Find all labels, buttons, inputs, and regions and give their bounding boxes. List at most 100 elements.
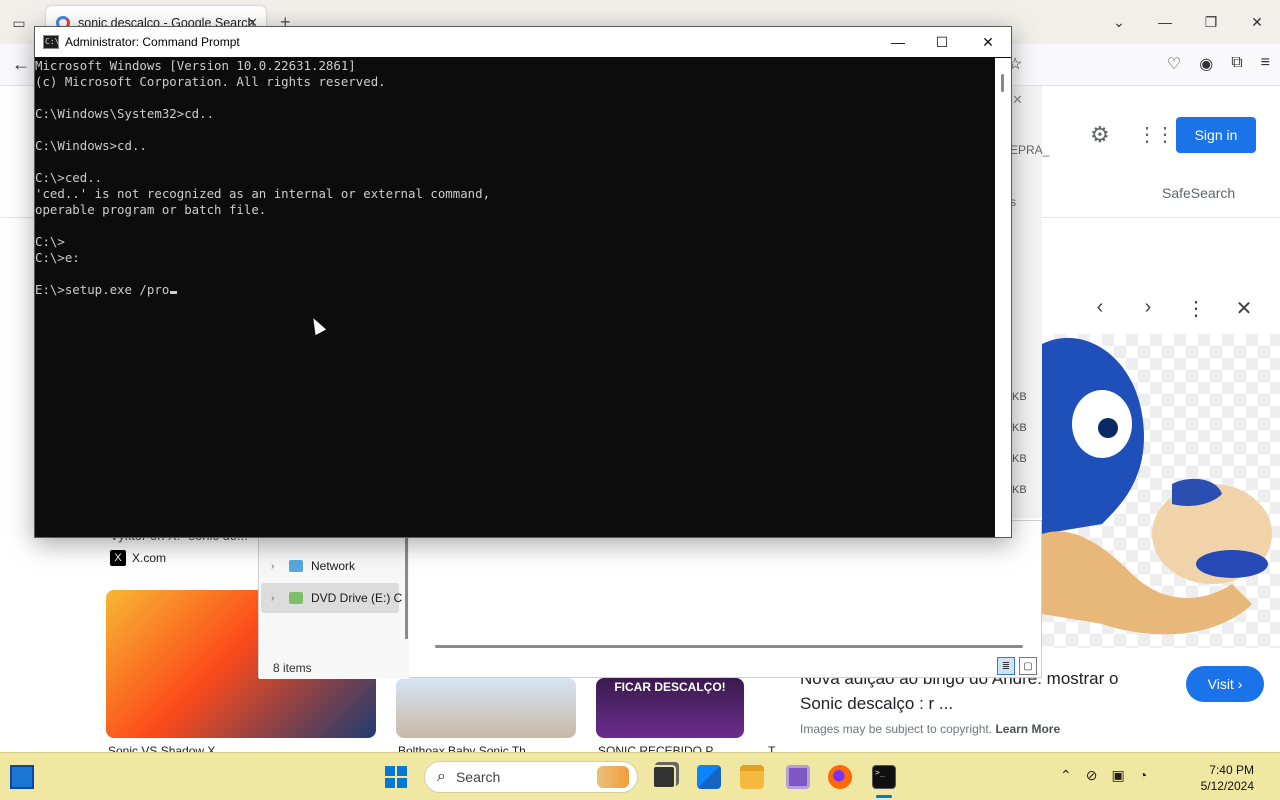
sonic-character-image bbox=[1042, 337, 1272, 635]
cmd-close-button[interactable]: ✕ bbox=[965, 27, 1011, 57]
image-panel-nav: ‹ › ⋮ ✕ bbox=[1090, 296, 1254, 321]
status-bar-text: 8 items bbox=[273, 661, 312, 675]
clock[interactable]: 7:40 PM 5/12/2024 bbox=[1170, 762, 1254, 794]
windows-logo-tile bbox=[397, 778, 407, 788]
volume-icon[interactable]: ◔ bbox=[1139, 767, 1147, 784]
search-placeholder: Search bbox=[455, 769, 501, 785]
file-size-label: KB bbox=[1012, 484, 1027, 496]
file-explorer-window: › Network › DVD Drive (E:) C 8 items ≣ ▢ bbox=[258, 520, 1042, 679]
explorer-nav-pane: › Network › DVD Drive (E:) C 8 items bbox=[259, 521, 409, 679]
browser-window-controls: ⌄ — ❐ ✕ bbox=[1096, 0, 1280, 44]
horizontal-scrollbar[interactable] bbox=[435, 645, 1023, 648]
visit-button[interactable]: Visit › bbox=[1186, 666, 1264, 702]
console-line: (c) Microsoft Corporation. All rights re… bbox=[35, 74, 386, 89]
windows-logo-tile bbox=[385, 778, 395, 788]
close-panel-icon[interactable]: ✕ bbox=[1234, 296, 1254, 321]
display-icon[interactable]: ▣ bbox=[1111, 767, 1124, 784]
cmd-scrollbar-thumb[interactable] bbox=[1001, 74, 1004, 92]
firefox-icon[interactable] bbox=[828, 765, 852, 789]
cmd-title-bar[interactable]: C:\ Administrator: Command Prompt — ☐ ✕ bbox=[35, 27, 1011, 57]
previous-image-icon[interactable]: ‹ bbox=[1090, 296, 1110, 321]
windows-logo-tile bbox=[385, 766, 395, 776]
console-line: Microsoft Windows [Version 10.0.22631.28… bbox=[35, 58, 356, 73]
microsoft-store-icon[interactable] bbox=[697, 765, 721, 789]
next-image-icon[interactable]: › bbox=[1138, 296, 1158, 321]
file-size-label: KB bbox=[1012, 391, 1027, 403]
cmd-scrollbar[interactable] bbox=[995, 58, 1011, 537]
nav-item-network[interactable]: › Network bbox=[271, 559, 355, 573]
expand-chevron-icon[interactable]: › bbox=[271, 593, 281, 604]
extensions-icon[interactable]: ⧉ bbox=[1231, 54, 1242, 74]
result-thumbnail[interactable]: FICAR DESCALÇO! bbox=[596, 678, 744, 738]
network-offline-icon[interactable]: ⊘ bbox=[1086, 767, 1098, 784]
menu-icon[interactable]: ≡ bbox=[1261, 54, 1270, 74]
console-line: operable program or batch file. bbox=[35, 202, 267, 217]
details-view-icon[interactable]: ≣ bbox=[997, 657, 1015, 675]
safesearch-link[interactable]: SafeSearch bbox=[1162, 185, 1235, 201]
console-line: C:\Windows>cd.. bbox=[35, 138, 147, 153]
account-icon[interactable]: ◉ bbox=[1199, 54, 1213, 74]
tiles-view-icon[interactable]: ▢ bbox=[1019, 657, 1037, 675]
image-preview[interactable] bbox=[1042, 334, 1280, 648]
desktop: ▭ sonic descalco - Google Search ✕ + ⌄ —… bbox=[0, 0, 1280, 800]
copyright-notice: Images may be subject to copyright. Lear… bbox=[800, 722, 1060, 736]
cmd-console-output[interactable]: Microsoft Windows [Version 10.0.22631.28… bbox=[35, 58, 995, 537]
copyright-text: Images may be subject to copyright. bbox=[800, 722, 993, 736]
sign-in-button[interactable]: Sign in bbox=[1176, 117, 1256, 153]
cmd-app-icon: C:\ bbox=[43, 35, 59, 49]
console-line: C:\>e: bbox=[35, 250, 80, 265]
thumbnail-label: FICAR DESCALÇO! bbox=[614, 680, 726, 694]
result-thumbnail[interactable] bbox=[396, 678, 576, 738]
result-site-label: X.com bbox=[132, 551, 167, 565]
result-source-site[interactable]: X X.com bbox=[110, 550, 166, 566]
active-app-indicator bbox=[876, 795, 892, 798]
text-cursor bbox=[170, 291, 178, 294]
file-size-label: KB bbox=[1012, 422, 1027, 434]
browser-close-button[interactable]: ✕ bbox=[1234, 14, 1280, 31]
vertical-scrollbar[interactable] bbox=[405, 521, 408, 639]
background-window-text: EPRA_ bbox=[1010, 143, 1050, 157]
widgets-icon[interactable] bbox=[10, 765, 34, 789]
list-all-tabs-icon[interactable]: ⌄ bbox=[1096, 14, 1142, 31]
task-view-icon[interactable] bbox=[652, 765, 676, 789]
console-line: C:\>ced.. bbox=[35, 170, 103, 185]
cmd-window-title: Administrator: Command Prompt bbox=[65, 35, 240, 49]
file-size-label: KB bbox=[1012, 453, 1027, 465]
browser-restore-button[interactable]: ❐ bbox=[1188, 14, 1234, 31]
pocket-icon[interactable]: ♡ bbox=[1167, 54, 1181, 74]
back-button[interactable]: ← bbox=[12, 54, 30, 75]
cmd-minimize-button[interactable]: — bbox=[875, 27, 921, 57]
taskbar-search-box[interactable]: ⌕ Search bbox=[424, 761, 638, 793]
windows-logo-tile bbox=[397, 766, 407, 776]
nav-item-dvd-drive[interactable]: › DVD Drive (E:) C bbox=[271, 591, 402, 605]
console-line: E:\>setup.exe /pro bbox=[35, 282, 995, 298]
search-highlight-icon bbox=[597, 766, 629, 788]
system-tray: ⌃ ⊘ ▣ ◔ bbox=[1060, 767, 1147, 784]
browser-minimize-button[interactable]: — bbox=[1142, 14, 1188, 30]
more-options-icon[interactable]: ⋮ bbox=[1186, 296, 1206, 321]
tray-overflow-chevron-icon[interactable]: ⌃ bbox=[1060, 767, 1072, 784]
background-close-icon[interactable]: ✕ bbox=[1012, 92, 1023, 108]
clock-date: 5/12/2024 bbox=[1200, 779, 1254, 793]
search-icon: ⌕ bbox=[437, 768, 446, 785]
nav-item-label: Network bbox=[311, 559, 356, 573]
x-logo-icon: X bbox=[110, 550, 126, 566]
command-prompt-icon[interactable]: >_ bbox=[872, 765, 896, 789]
learn-more-link[interactable]: Learn More bbox=[995, 722, 1060, 736]
start-button[interactable] bbox=[385, 766, 407, 788]
taskbar: ⌕ Search >_ ⌃ ⊘ ▣ ◔ 7:40 PM 5/12/2024 bbox=[0, 752, 1280, 800]
console-line: C:\> bbox=[35, 234, 65, 249]
tab-list-icon[interactable]: ▭ bbox=[8, 12, 30, 34]
console-line: 'ced..' is not recognized as an internal… bbox=[35, 186, 491, 201]
settings-gear-icon[interactable]: ⚙ bbox=[1090, 122, 1110, 148]
cmd-maximize-button[interactable]: ☐ bbox=[919, 27, 965, 57]
notepad-icon[interactable] bbox=[786, 765, 810, 789]
expand-chevron-icon[interactable]: › bbox=[271, 561, 281, 572]
file-explorer-icon[interactable] bbox=[740, 765, 764, 789]
command-prompt-window: C:\ Administrator: Command Prompt — ☐ ✕ … bbox=[34, 26, 1012, 538]
